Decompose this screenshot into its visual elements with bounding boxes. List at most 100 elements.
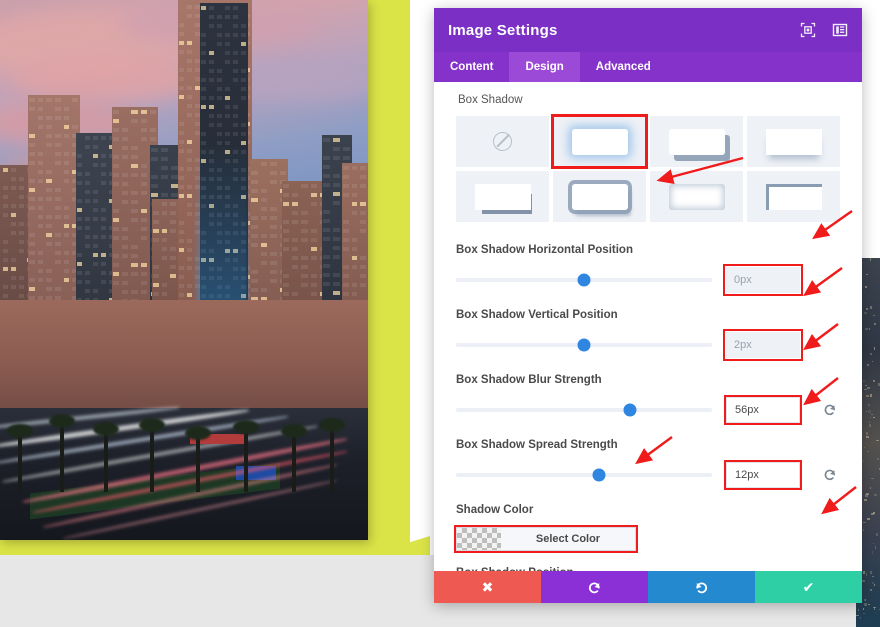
value-input[interactable]: 2px — [726, 332, 800, 358]
preset-glow[interactable] — [553, 116, 646, 167]
field-label: Box Shadow Spread Strength — [456, 439, 840, 451]
city-light — [866, 308, 867, 310]
value-text: 12px — [735, 469, 759, 481]
tab-advanced[interactable]: Advanced — [580, 52, 667, 82]
city-light — [865, 599, 866, 601]
slider-handle[interactable] — [578, 274, 591, 287]
city-light — [869, 421, 870, 423]
tab-content[interactable]: Content — [434, 52, 509, 82]
shadow-color-label: Shadow Color — [456, 504, 840, 516]
cancel-button[interactable]: ✖ — [434, 571, 541, 603]
city-light — [864, 292, 865, 293]
preset-preview — [766, 129, 822, 155]
slider-handle[interactable] — [578, 339, 591, 352]
city-light — [864, 499, 867, 501]
city-light — [867, 451, 869, 452]
city-light — [866, 411, 867, 412]
low-rise-row — [0, 300, 368, 420]
screenshot-canvas: Image Settings Content Design Advanced B… — [0, 0, 880, 627]
city-light — [863, 529, 864, 531]
city-light — [870, 258, 872, 260]
slider-line: 56px — [456, 397, 840, 423]
value-input[interactable]: 0px — [726, 267, 800, 293]
shadow-color-picker-button[interactable]: Select Color — [456, 527, 636, 551]
slider-track[interactable] — [456, 343, 712, 347]
preset-preview — [572, 184, 628, 210]
city-light — [876, 440, 879, 441]
image-settings-panel: Image Settings Content Design Advanced B… — [434, 8, 862, 603]
city-light — [863, 522, 866, 524]
shadow-position-row: Box Shadow Position Outer Shadow ▾ — [456, 567, 840, 571]
preset-bottom-right-hard[interactable] — [650, 116, 743, 167]
city-light — [871, 513, 874, 515]
tab-label: Design — [525, 61, 563, 73]
redo-button[interactable] — [648, 571, 755, 603]
preset-preview — [669, 184, 725, 210]
palm-trunk — [104, 430, 108, 492]
palm-fronds — [233, 420, 259, 434]
city-light — [873, 543, 874, 545]
city-light — [868, 604, 870, 606]
palm-fronds — [93, 422, 119, 436]
box-shadow-fields: Box Shadow Horizontal Position 0px Box Sha… — [456, 244, 840, 488]
city-light — [866, 573, 867, 576]
value-text: 2px — [734, 339, 752, 351]
layout-columns-icon[interactable] — [832, 22, 848, 38]
slider-line: 0px — [456, 267, 840, 293]
city-light — [874, 584, 875, 586]
preset-inner-soft[interactable] — [650, 171, 743, 222]
transparent-swatch-icon — [457, 528, 501, 550]
preset-top-left-edge[interactable] — [747, 171, 840, 222]
action-glyph: ✔ — [803, 579, 815, 596]
city-light — [874, 347, 875, 350]
palm-fronds — [139, 418, 165, 432]
city-light — [869, 328, 870, 330]
reset-icon[interactable] — [823, 468, 837, 482]
palm-trunk — [150, 426, 154, 492]
city-light — [873, 380, 875, 382]
undo-button[interactable] — [541, 571, 648, 603]
palm-trunk — [196, 434, 200, 492]
city-light — [863, 380, 865, 382]
slider-track[interactable] — [456, 408, 712, 412]
preset-none[interactable] — [456, 116, 549, 167]
image-module-preview[interactable] — [0, 0, 368, 540]
slider-track[interactable] — [456, 278, 712, 282]
palm-trunk — [330, 426, 334, 492]
city-light — [866, 395, 869, 397]
city-light — [865, 328, 868, 330]
reset-icon[interactable] — [823, 403, 837, 417]
field-box-shadow-vertical-position: Box Shadow Vertical Position 2px — [456, 309, 840, 358]
highway-light-trails — [0, 408, 368, 540]
slider-track[interactable] — [456, 473, 712, 477]
value-input[interactable]: 12px — [726, 462, 800, 488]
city-light — [872, 361, 873, 362]
tab-design[interactable]: Design — [509, 52, 579, 82]
slider-handle[interactable] — [624, 404, 637, 417]
city-light — [867, 518, 870, 520]
slider-handle[interactable] — [593, 469, 606, 482]
city-light — [873, 315, 876, 316]
city-light — [870, 589, 872, 590]
city-light — [856, 615, 859, 616]
city-light — [869, 424, 871, 427]
value-input[interactable]: 56px — [726, 397, 800, 423]
city-light — [870, 394, 872, 396]
city-light — [872, 576, 874, 577]
city-light — [868, 404, 870, 406]
box-shadow-section-label: Box Shadow — [458, 94, 840, 106]
city-light — [863, 613, 865, 615]
save-button[interactable]: ✔ — [755, 571, 862, 603]
value-text: 56px — [735, 404, 759, 416]
focus-target-icon[interactable] — [800, 22, 816, 38]
preset-all-around-hard[interactable] — [553, 171, 646, 222]
box-shadow-preset-grid — [456, 116, 840, 222]
city-light — [868, 410, 870, 413]
preset-bottom-soft[interactable] — [747, 116, 840, 167]
preset-preview — [572, 129, 628, 155]
city-light — [871, 414, 873, 416]
city-light — [867, 387, 870, 389]
preset-bottom-line[interactable] — [456, 171, 549, 222]
field-box-shadow-blur-strength: Box Shadow Blur Strength 56px — [456, 374, 840, 423]
city-light — [863, 608, 864, 610]
